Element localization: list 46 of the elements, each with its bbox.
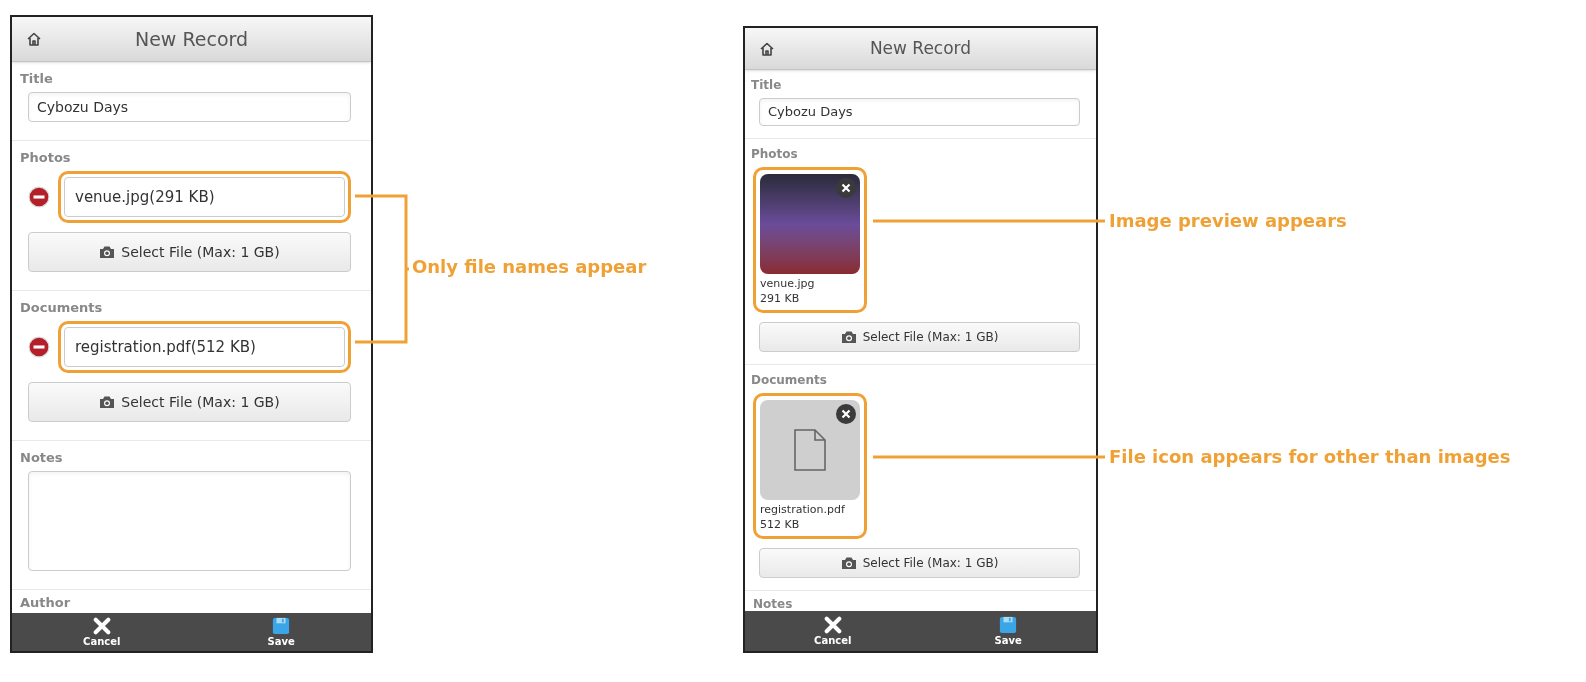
file-size: 512 KB [760,517,801,532]
field-label: Notes [753,596,794,611]
cancel-button[interactable]: Cancel [12,613,192,651]
field-label: Documents [751,372,828,389]
field-label: Notes [20,449,64,467]
field-label: Title [751,77,783,94]
save-icon [999,615,1018,634]
callout-text: Image preview appears [1109,209,1347,233]
close-icon [92,616,111,635]
screen-title: New Record [869,36,972,60]
select-file-button[interactable]: Select File (Max: 1 GB) [28,382,351,422]
close-icon[interactable] [836,404,856,424]
save-button[interactable]: Save [191,613,371,651]
camera-icon [840,330,857,344]
home-icon[interactable] [26,31,42,47]
camera-icon [99,395,116,409]
file-icon [794,429,826,471]
remove-icon[interactable] [28,336,50,358]
home-icon[interactable] [759,40,775,57]
file-name: registration.pdf [760,502,846,517]
field-label: Title [20,70,54,88]
text-field[interactable]: Cybozu Days [28,92,351,122]
close-icon[interactable] [836,178,856,198]
select-file-button[interactable]: Select File (Max: 1 GB) [759,548,1080,578]
field-label: Photos [20,149,72,167]
text-field[interactable]: Cybozu Days [759,98,1080,126]
field-label: Documents [20,299,104,317]
screen-title: New Record [134,26,249,52]
file-name-field: venue.jpg(291 KB) [64,177,345,217]
file-size: 291 KB [760,291,801,306]
notes-field[interactable] [28,471,351,571]
camera-icon [840,556,857,570]
field-label: Photos [751,146,799,163]
field-label: Author [20,594,72,612]
callout-text: Only file names appear [412,255,647,279]
camera-icon [99,245,116,259]
close-icon [823,615,842,634]
select-file-button[interactable]: Select File (Max: 1 GB) [759,322,1080,352]
remove-icon[interactable] [28,186,50,208]
save-icon [272,616,291,635]
file-name-field: registration.pdf(512 KB) [64,327,345,367]
save-button[interactable]: Save [920,611,1096,651]
callout-text: File icon appears for other than images [1109,445,1511,469]
select-file-button[interactable]: Select File (Max: 1 GB) [28,232,351,272]
cancel-button[interactable]: Cancel [745,611,921,651]
file-name: venue.jpg [760,276,816,291]
